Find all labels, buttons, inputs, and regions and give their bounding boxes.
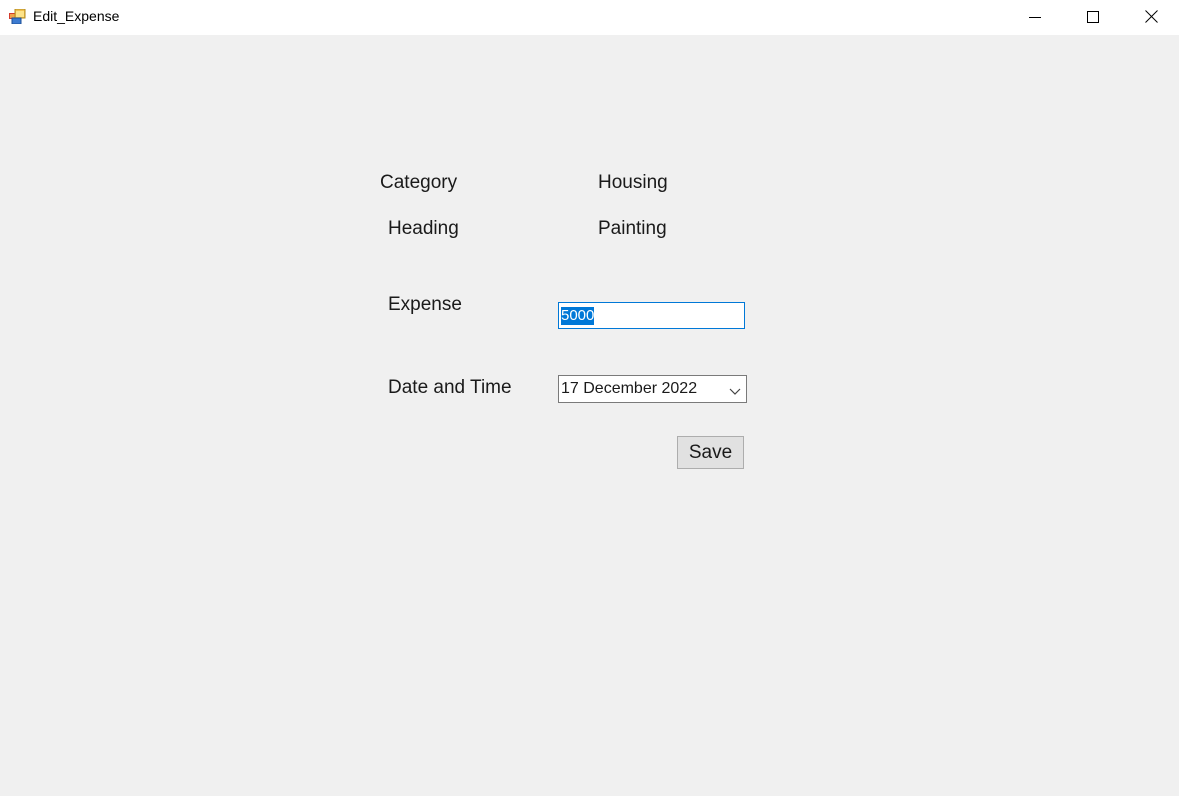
close-button[interactable] (1128, 0, 1174, 33)
expense-label: Expense (388, 294, 462, 315)
heading-value: Painting (598, 218, 667, 239)
edit-expense-window: Edit_Expense Category Housing Heading Pa… (0, 0, 1179, 796)
save-button[interactable]: Save (677, 436, 744, 469)
date-time-picker[interactable]: 17 December 2022 (558, 375, 747, 403)
expense-input[interactable]: 5000 (558, 302, 745, 329)
app-icon (9, 8, 26, 25)
maximize-icon (1087, 10, 1099, 23)
minimize-button[interactable] (1012, 0, 1058, 33)
category-label: Category (380, 172, 458, 193)
date-time-value: 17 December 2022 (561, 380, 698, 397)
category-value: Housing (598, 172, 668, 193)
date-time-label: Date and Time (388, 377, 512, 398)
heading-label: Heading (388, 218, 459, 239)
minimize-icon (1029, 16, 1041, 18)
maximize-button[interactable] (1070, 0, 1116, 33)
chevron-down-icon[interactable] (729, 384, 741, 395)
window-title: Edit_Expense (33, 8, 120, 24)
title-bar[interactable]: Edit_Expense (0, 0, 1179, 35)
expense-input-value: 5000 (561, 306, 595, 325)
close-icon (1144, 10, 1158, 23)
